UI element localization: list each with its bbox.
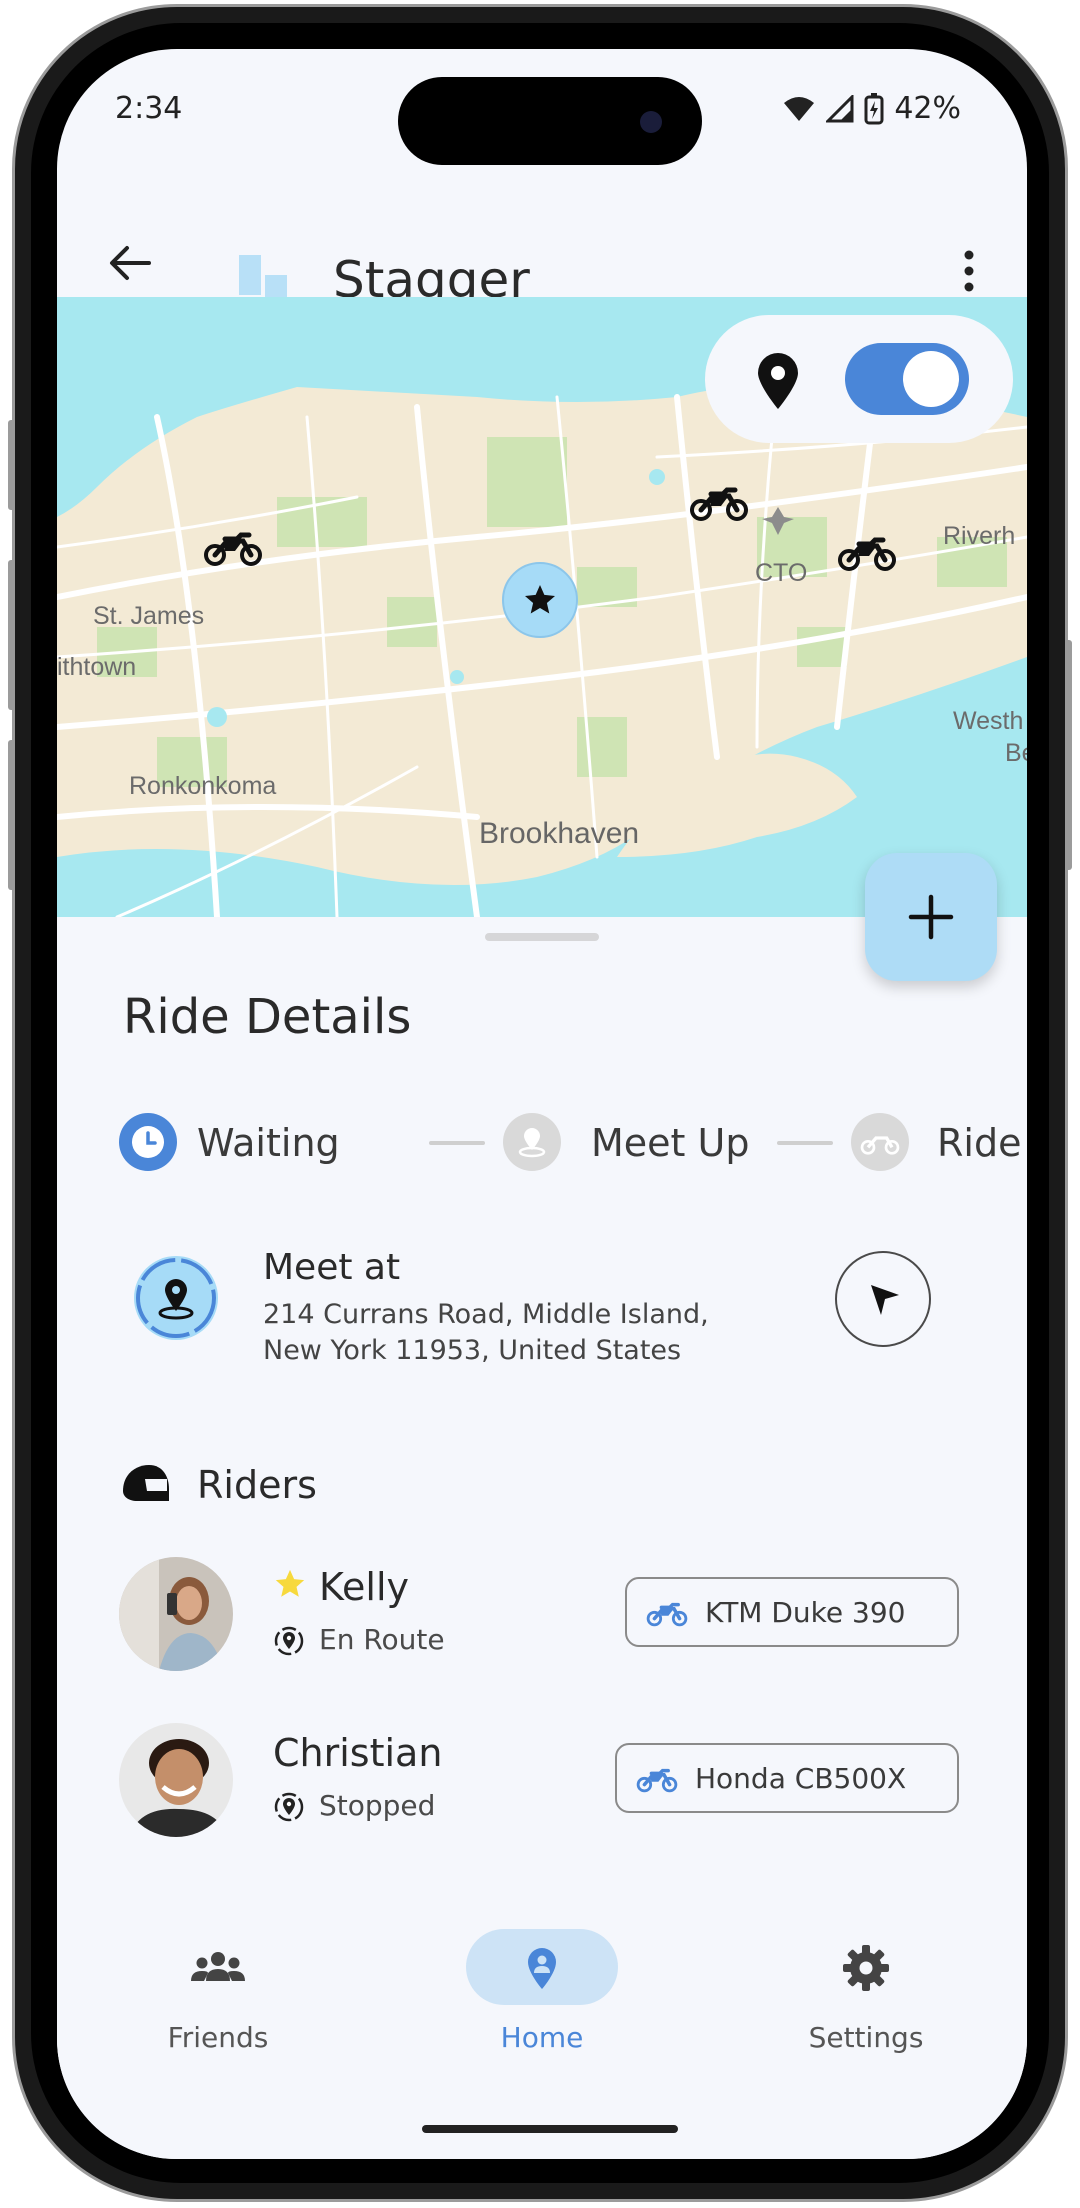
ride-progress-stepper: Waiting Meet Up Ride xyxy=(119,1113,1022,1173)
rider-status: En Route xyxy=(319,1623,445,1656)
nav-friends[interactable]: Friends xyxy=(118,1929,318,2059)
step-waiting-label: Waiting xyxy=(197,1121,340,1165)
location-sharing-control xyxy=(705,315,1013,443)
wifi-icon xyxy=(784,96,815,121)
rider-bike-label: KTM Duke 390 xyxy=(705,1596,906,1629)
stopped-icon xyxy=(274,1792,304,1822)
motorcycle-icon xyxy=(646,1602,688,1627)
home-pin-icon xyxy=(528,1948,556,1989)
step-waiting-dot xyxy=(119,1113,177,1171)
screen: 2:34 42% Stagger St. James ithtown Ronko… xyxy=(57,49,1027,2159)
rider-bike-chip[interactable]: KTM Duke 390 xyxy=(625,1577,959,1647)
add-button[interactable] xyxy=(865,853,997,981)
map-label-ronkonkoma: Ronkonkoma xyxy=(129,772,277,800)
sheet-drag-handle[interactable] xyxy=(485,933,599,941)
location-sharing-toggle[interactable] xyxy=(845,343,969,415)
motorcycle-icon xyxy=(636,1768,678,1793)
meet-title: Meet at xyxy=(263,1247,401,1288)
nav-settings[interactable]: Settings xyxy=(766,1929,966,2059)
nav-settings-label: Settings xyxy=(808,2021,924,2054)
meetup-location-icon xyxy=(518,1128,546,1158)
step-ride-dot xyxy=(851,1113,909,1171)
nav-home[interactable]: Home xyxy=(442,1929,642,2059)
map-label-be: Be xyxy=(1005,739,1027,767)
back-arrow-icon[interactable] xyxy=(105,239,153,287)
helmet-icon xyxy=(123,1465,169,1501)
more-vert-icon[interactable] xyxy=(949,247,989,295)
step-connector xyxy=(777,1141,833,1145)
en-route-icon xyxy=(274,1626,304,1656)
rider-row[interactable]: Christian Stopped Honda CB500X xyxy=(57,1723,1027,1843)
rider-avatar xyxy=(119,1723,233,1837)
home-indicator[interactable] xyxy=(422,2125,678,2133)
step-ride-label: Ride xyxy=(937,1121,1022,1165)
rider-motorcycle-marker[interactable] xyxy=(689,482,749,522)
nav-home-label: Home xyxy=(500,2021,584,2054)
status-icons: 42% xyxy=(782,91,961,126)
rider-name: Kelly xyxy=(319,1565,410,1609)
rider-avatar xyxy=(119,1557,233,1671)
step-meetup-label: Meet Up xyxy=(591,1121,750,1165)
map-label-riverhead: Riverh xyxy=(943,522,1016,550)
status-time: 2:34 xyxy=(115,91,183,126)
riders-title: Riders xyxy=(197,1463,317,1507)
rider-bike-chip[interactable]: Honda CB500X xyxy=(615,1743,959,1813)
leader-star-icon xyxy=(275,1569,305,1597)
phone-frame: 2:34 42% Stagger St. James ithtown Ronko… xyxy=(8,0,1072,2208)
step-meetup-dot xyxy=(503,1113,561,1171)
bottom-navigation: Friends Home Settings xyxy=(57,1929,1027,2089)
star-icon xyxy=(525,585,555,614)
gear-icon xyxy=(843,1945,889,1991)
map-label-westhampton: Westh xyxy=(953,707,1024,735)
battery-percent: 42% xyxy=(894,91,961,126)
ride-map[interactable]: St. James ithtown Ronkonkoma Brookhaven … xyxy=(57,297,1027,917)
signal-icon xyxy=(826,94,854,122)
meet-address-line1: 214 Currans Road, Middle Island, xyxy=(263,1299,709,1330)
step-connector xyxy=(429,1141,485,1145)
motorcycle-icon xyxy=(860,1136,900,1155)
meetup-star-marker[interactable] xyxy=(502,562,578,638)
location-pin-icon xyxy=(758,353,798,409)
navigate-button[interactable] xyxy=(835,1251,931,1347)
map-label-brookhaven: Brookhaven xyxy=(479,817,640,850)
clock-icon xyxy=(132,1126,164,1158)
rider-motorcycle-marker[interactable] xyxy=(837,532,897,572)
plus-icon xyxy=(908,894,954,940)
map-label-st-james: St. James xyxy=(93,602,205,630)
nav-friends-label: Friends xyxy=(167,2021,269,2054)
rider-motorcycle-marker[interactable] xyxy=(203,527,263,567)
battery-charging-icon xyxy=(864,92,884,124)
dynamic-island xyxy=(398,77,702,165)
meet-address-line2: New York 11953, United States xyxy=(263,1335,682,1366)
status-bar: 2:34 42% xyxy=(57,49,1027,169)
rider-status: Stopped xyxy=(319,1789,436,1822)
rider-bike-label: Honda CB500X xyxy=(695,1762,907,1795)
group-icon xyxy=(191,1952,245,1981)
meetup-location-icon xyxy=(134,1256,218,1340)
rider-name: Christian xyxy=(273,1731,443,1775)
map-label-smithtown: ithtown xyxy=(57,653,137,681)
map-label-cto: CTO xyxy=(755,559,808,587)
rider-row[interactable]: Kelly En Route KTM Duke 390 xyxy=(57,1557,1027,1677)
navigation-arrow-icon xyxy=(871,1285,899,1315)
meet-location: Meet at 214 Currans Road, Middle Island,… xyxy=(57,1247,1027,1377)
sheet-title: Ride Details xyxy=(123,989,412,1045)
riders-header: Riders xyxy=(119,1457,719,1517)
